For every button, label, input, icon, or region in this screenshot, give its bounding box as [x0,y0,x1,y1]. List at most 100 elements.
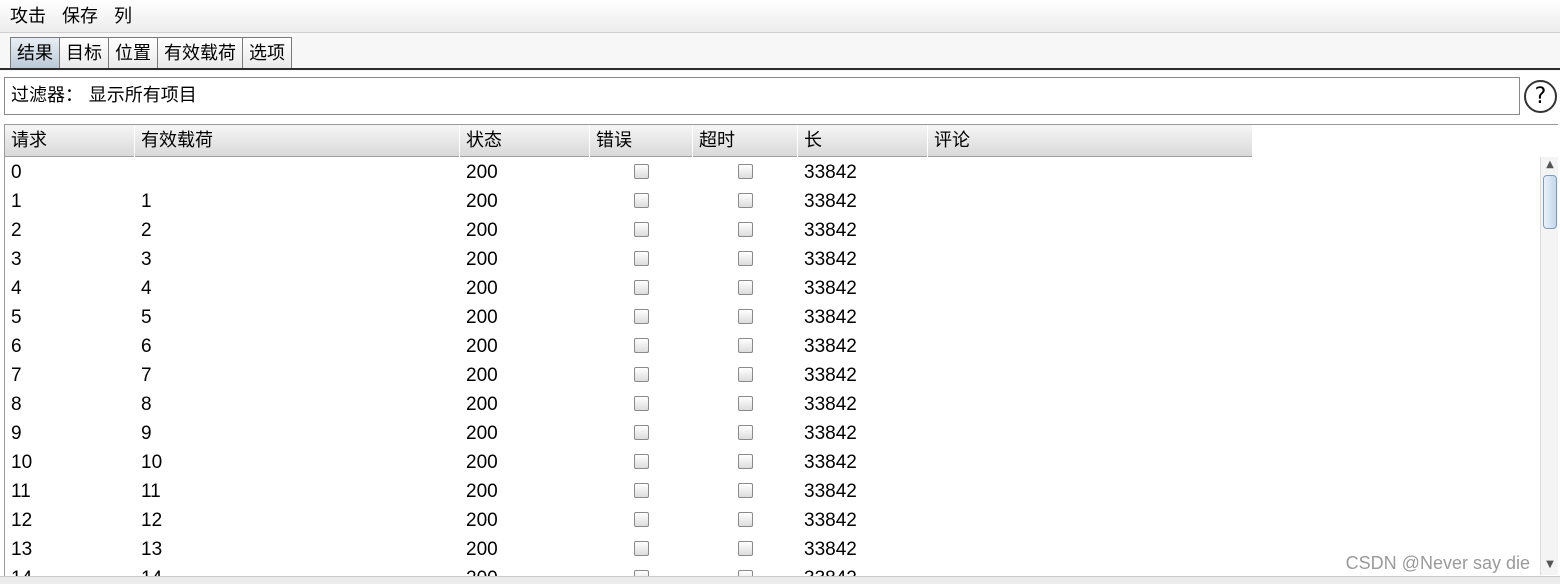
timeout-checkbox[interactable] [738,222,753,237]
cell-payload: 4 [141,278,152,299]
timeout-checkbox[interactable] [738,367,753,382]
error-checkbox[interactable] [634,309,649,324]
table-row[interactable]: 2 2 200 33842 [5,216,1253,245]
cell-payload [135,158,460,187]
cell-length: 33842 [804,365,857,386]
table-row[interactable]: 5 5 200 33842 [5,303,1253,332]
tab-options[interactable]: 选项 [243,37,292,70]
cell-payload: 10 [141,452,163,473]
timeout-checkbox[interactable] [738,541,753,556]
col-timeout[interactable]: 超时 [693,125,798,157]
timeout-checkbox[interactable] [738,309,753,324]
tab-target[interactable]: 目标 [60,37,109,70]
table-row[interactable]: 3 3 200 33842 [5,245,1253,274]
scroll-down-icon[interactable]: ▼ [1541,557,1559,573]
cell-status: 200 [466,162,498,183]
cell-length: 33842 [804,278,857,299]
error-checkbox[interactable] [634,512,649,527]
error-checkbox[interactable] [634,251,649,266]
timeout-checkbox[interactable] [738,483,753,498]
menu-columns[interactable]: 列 [112,0,134,33]
cell-status: 200 [466,220,498,241]
scroll-thumb[interactable] [1543,175,1557,229]
table-row[interactable]: 8 8 200 33842 [5,390,1253,419]
tab-payloads[interactable]: 有效载荷 [158,37,243,70]
cell-status: 200 [460,564,590,576]
col-status[interactable]: 状态 [460,125,590,157]
results-table: 请求 有效载荷 状态 错误 超时 长 评论 0 200 33842 1 1 200 3384… [4,124,1558,576]
cell-length: 33842 [804,220,857,241]
cell-payload: 2 [141,220,152,241]
watermark: CSDN @Never say die [1345,553,1530,573]
cell-payload: 7 [141,365,152,386]
bottom-border [0,576,1560,584]
error-checkbox[interactable] [634,164,649,179]
tab-divider [0,68,1560,70]
col-request[interactable]: 请求 [5,125,135,157]
table-row[interactable]: 1 1 200 33842 [5,187,1253,216]
cell-length: 33842 [804,336,857,357]
error-checkbox[interactable] [634,280,649,295]
timeout-checkbox[interactable] [738,164,753,179]
cell-payload: 3 [141,249,152,270]
tab-positions[interactable]: 位置 [109,37,158,70]
table-row[interactable]: 13 13 200 33842 [5,535,1253,564]
filter-bar[interactable]: 过滤器： 显示所有项目 [4,77,1520,115]
cell-status: 200 [466,278,498,299]
cell-payload: 13 [141,539,163,560]
timeout-checkbox[interactable] [738,338,753,353]
table-row[interactable]: 6 6 200 33842 [5,332,1253,361]
error-checkbox[interactable] [634,193,649,208]
cell-status: 200 [466,249,498,270]
cell-request: 8 [11,394,22,415]
timeout-checkbox[interactable] [738,396,753,411]
timeout-checkbox[interactable] [738,454,753,469]
col-length[interactable]: 长 [798,125,928,157]
cell-payload: 11 [141,481,161,502]
cell-comment [928,332,1253,361]
table-row[interactable]: 4 4 200 33842 [5,274,1253,303]
error-checkbox[interactable] [634,541,649,556]
cell-status: 200 [466,423,498,444]
cell-request: 11 [11,481,31,502]
cell-payload: 9 [141,423,152,444]
timeout-checkbox[interactable] [738,280,753,295]
error-checkbox[interactable] [634,396,649,411]
table-row[interactable]: 12 12 200 33842 [5,506,1253,535]
help-icon[interactable]: ? [1524,80,1557,113]
error-checkbox[interactable] [634,483,649,498]
cell-length: 33842 [804,481,857,502]
col-comment[interactable]: 评论 [928,125,1253,157]
cell-comment [928,390,1253,419]
tab-results[interactable]: 结果 [10,37,60,70]
col-payload[interactable]: 有效载荷 [135,125,460,157]
error-checkbox[interactable] [634,367,649,382]
tabs: 结果 目标 位置 有效载荷 选项 [10,37,292,70]
error-checkbox[interactable] [634,222,649,237]
menu-save[interactable]: 保存 [60,0,100,33]
timeout-checkbox[interactable] [738,251,753,266]
cell-status: 200 [466,394,498,415]
scroll-up-icon[interactable]: ▲ [1541,157,1559,173]
table-row[interactable]: 11 11 200 33842 [5,477,1253,506]
cell-status: 200 [466,539,498,560]
menu-attack[interactable]: 攻击 [8,0,48,33]
table-row[interactable]: 10 10 200 33842 [5,448,1253,477]
cell-comment [928,535,1253,564]
timeout-checkbox[interactable] [738,512,753,527]
cell-comment [928,361,1253,390]
table-row[interactable]: 0 200 33842 [5,158,1253,187]
col-error[interactable]: 错误 [590,125,693,157]
cell-length: 33842 [804,249,857,270]
error-checkbox[interactable] [634,425,649,440]
cell-request: 10 [11,452,33,473]
table-row[interactable]: 9 9 200 33842 [5,419,1253,448]
cell-comment [928,448,1253,477]
table-row[interactable]: 7 7 200 33842 [5,361,1253,390]
error-checkbox[interactable] [634,454,649,469]
timeout-checkbox[interactable] [738,193,753,208]
error-checkbox[interactable] [634,338,649,353]
table-row[interactable]: 141420033842 [5,564,1253,576]
vertical-scrollbar[interactable]: ▲ ▼ [1540,157,1558,575]
timeout-checkbox[interactable] [738,425,753,440]
